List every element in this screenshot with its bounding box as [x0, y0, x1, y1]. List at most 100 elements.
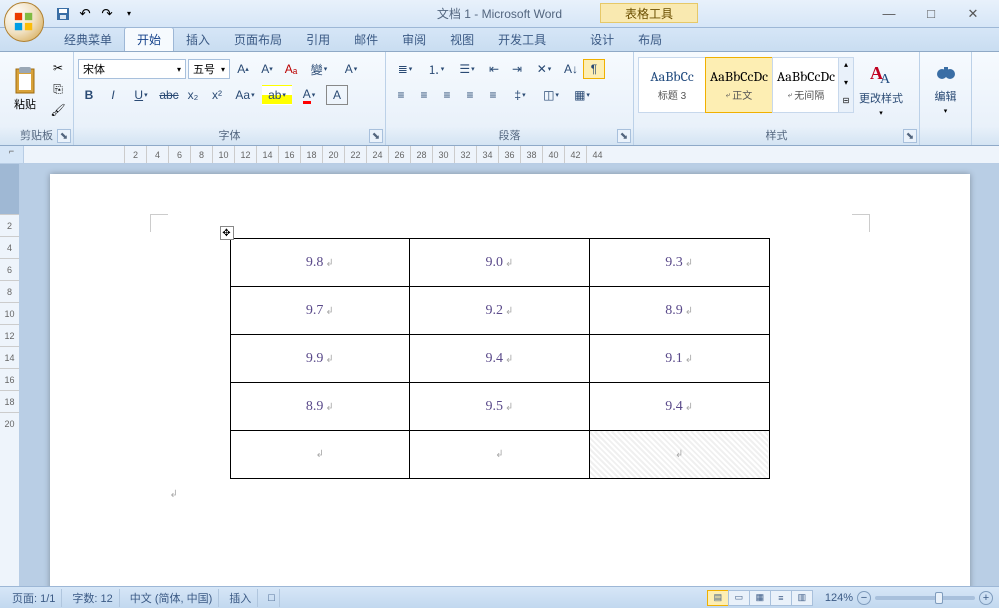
format-painter-icon[interactable]: 🖌	[48, 101, 68, 119]
style-heading3[interactable]: AaBbCc 标题 3	[638, 57, 706, 113]
style-gallery[interactable]: AaBbCc 标题 3 AaBbCcDc ⤶正文 AaBbCcDc ⤶无间隔 ▴…	[638, 57, 854, 113]
table-cell[interactable]: 9.1↲	[589, 335, 769, 383]
paragraph-launcher[interactable]: ⬊	[617, 129, 631, 143]
zoom-level[interactable]: 124%	[825, 592, 853, 604]
char-border-icon[interactable]: A▾	[336, 59, 366, 79]
tab-references[interactable]: 引用	[294, 28, 342, 51]
borders-button[interactable]: ▦▾	[567, 85, 597, 105]
shrink-font-icon[interactable]: A▾	[256, 59, 278, 79]
table-cell[interactable]: 8.9↲	[589, 287, 769, 335]
tab-review[interactable]: 审阅	[390, 28, 438, 51]
change-styles-button[interactable]: AA 更改样式 ▾	[856, 55, 906, 123]
table-cell[interactable]: ↲	[410, 431, 590, 479]
font-size-combo[interactable]: 五号▾	[188, 59, 230, 79]
zoom-in-button[interactable]: +	[979, 591, 993, 605]
table-cell[interactable]: 9.0↲	[410, 239, 590, 287]
subscript-button[interactable]: x₂	[182, 85, 204, 105]
table-cell[interactable]: 9.7↲	[230, 287, 410, 335]
change-case-button[interactable]: Aa▾	[230, 85, 260, 105]
shading-button[interactable]: ◫▾	[536, 85, 566, 105]
tab-mailings[interactable]: 邮件	[342, 28, 390, 51]
view-fullscreen[interactable]: ▭	[728, 590, 750, 606]
highlight-button[interactable]: ab▾	[262, 85, 292, 105]
table-cell[interactable]: 9.3↲	[589, 239, 769, 287]
tab-table-layout[interactable]: 布局	[626, 28, 674, 51]
table-cell[interactable]: 9.2↲	[410, 287, 590, 335]
distribute-button[interactable]: ≡	[482, 85, 504, 105]
tab-design[interactable]: 设计	[578, 28, 626, 51]
bullets-button[interactable]: ≣▾	[390, 59, 420, 79]
tab-page-layout[interactable]: 页面布局	[222, 28, 294, 51]
document-area[interactable]: ✥ 9.8↲9.0↲9.3↲9.7↲9.2↲8.9↲9.9↲9.4↲9.1↲8.…	[20, 164, 999, 586]
ruler-horizontal[interactable]: ⌐ 24681012141618202224262830323436384042…	[0, 146, 999, 164]
font-launcher[interactable]: ⬊	[369, 129, 383, 143]
style-gallery-expand[interactable]: ▴▾⊟	[838, 57, 854, 113]
justify-button[interactable]: ≡	[459, 85, 481, 105]
style-normal[interactable]: AaBbCcDc ⤶正文	[705, 57, 773, 113]
table-cell[interactable]: 9.4↲	[589, 383, 769, 431]
table-cell[interactable]: 9.4↲	[410, 335, 590, 383]
italic-button[interactable]: I	[102, 85, 124, 105]
font-name-combo[interactable]: 宋体▾	[78, 59, 186, 79]
copy-icon[interactable]: ⎘	[48, 80, 68, 98]
qat-dropdown-icon[interactable]: ▾	[120, 5, 138, 23]
find-button[interactable]: 编辑 ▾	[924, 55, 967, 123]
bold-button[interactable]: B	[78, 85, 100, 105]
style-nospacing[interactable]: AaBbCcDc ⤶无间隔	[772, 57, 840, 113]
clear-format-icon[interactable]: Aₐ	[280, 59, 302, 79]
align-left-button[interactable]: ≡	[390, 85, 412, 105]
status-rec[interactable]: □	[262, 589, 280, 607]
ruler-vertical[interactable]: 2468101214161820	[0, 164, 20, 586]
close-button[interactable]: ✕	[961, 5, 985, 23]
table-cell[interactable]: ↲	[589, 431, 769, 479]
increase-indent-button[interactable]: ⇥	[506, 59, 528, 79]
maximize-button[interactable]: □	[919, 5, 943, 23]
view-draft[interactable]: ▥	[791, 590, 813, 606]
view-web[interactable]: ▦	[749, 590, 771, 606]
cut-icon[interactable]: ✂	[48, 59, 68, 77]
table-cell[interactable]: 8.9↲	[230, 383, 410, 431]
clipboard-launcher[interactable]: ⬊	[57, 129, 71, 143]
underline-button[interactable]: U▾	[126, 85, 156, 105]
zoom-out-button[interactable]: −	[857, 591, 871, 605]
show-marks-button[interactable]: ¶	[583, 59, 605, 79]
sort-button[interactable]: A↓	[560, 59, 582, 79]
font-color-button[interactable]: A▾	[294, 85, 324, 105]
redo-icon[interactable]: ↷	[98, 5, 116, 23]
superscript-button[interactable]: x²	[206, 85, 228, 105]
minimize-button[interactable]: —	[877, 5, 901, 23]
char-shading-button[interactable]: A	[326, 85, 348, 105]
multilevel-button[interactable]: ☰▾	[452, 59, 482, 79]
grow-font-icon[interactable]: A▴	[232, 59, 254, 79]
text-direction-button[interactable]: ✕▾	[529, 59, 559, 79]
phonetic-guide-icon[interactable]: 變▾	[304, 59, 334, 79]
decrease-indent-button[interactable]: ⇤	[483, 59, 505, 79]
tab-developer[interactable]: 开发工具	[486, 28, 558, 51]
zoom-slider[interactable]	[875, 596, 975, 600]
document-table[interactable]: 9.8↲9.0↲9.3↲9.7↲9.2↲8.9↲9.9↲9.4↲9.1↲8.9↲…	[230, 238, 770, 479]
table-cell[interactable]: ↲	[230, 431, 410, 479]
office-button[interactable]	[4, 2, 48, 46]
status-words[interactable]: 字数: 12	[66, 589, 119, 607]
tab-view[interactable]: 视图	[438, 28, 486, 51]
view-print-layout[interactable]: ▤	[707, 590, 729, 606]
status-insert[interactable]: 插入	[223, 589, 258, 607]
table-cell[interactable]: 9.8↲	[230, 239, 410, 287]
status-lang[interactable]: 中文 (简体, 中国)	[124, 589, 220, 607]
tab-home[interactable]: 开始	[124, 27, 174, 51]
numbering-button[interactable]: ⒈▾	[421, 59, 451, 79]
align-center-button[interactable]: ≡	[413, 85, 435, 105]
table-cell[interactable]: 9.5↲	[410, 383, 590, 431]
paste-button[interactable]: 粘贴	[4, 55, 46, 123]
status-page[interactable]: 页面: 1/1	[6, 589, 62, 607]
line-spacing-button[interactable]: ‡▾	[505, 85, 535, 105]
strikethrough-button[interactable]: abc	[158, 85, 180, 105]
undo-icon[interactable]: ↶	[76, 5, 94, 23]
save-icon[interactable]	[54, 5, 72, 23]
tab-insert[interactable]: 插入	[174, 28, 222, 51]
tab-classic[interactable]: 经典菜单	[52, 28, 124, 51]
view-outline[interactable]: ≡	[770, 590, 792, 606]
styles-launcher[interactable]: ⬊	[903, 129, 917, 143]
table-cell[interactable]: 9.9↲	[230, 335, 410, 383]
align-right-button[interactable]: ≡	[436, 85, 458, 105]
